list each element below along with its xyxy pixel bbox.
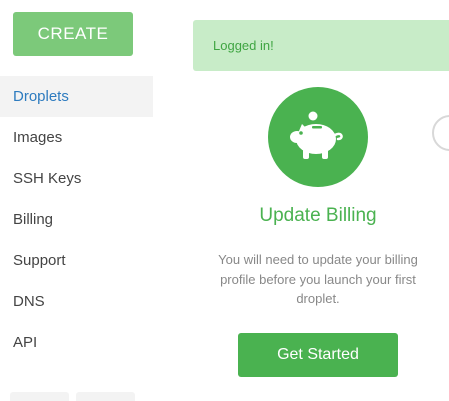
carousel-next-indicator[interactable]	[432, 115, 449, 151]
sidebar: CREATE Droplets Images SSH Keys Billing …	[0, 0, 153, 401]
sidebar-item-images[interactable]: Images	[0, 117, 153, 158]
page-title: Update Billing	[259, 205, 377, 226]
sidebar-item-ssh-keys[interactable]: SSH Keys	[0, 158, 153, 199]
get-started-button[interactable]: Get Started	[238, 333, 398, 377]
sidebar-nav: Droplets Images SSH Keys Billing Support…	[0, 76, 153, 363]
billing-icon-badge	[268, 87, 368, 187]
billing-description: You will need to update your billing pro…	[218, 252, 418, 306]
flash-message-text: Logged in!	[213, 38, 274, 53]
sidebar-footer-button[interactable]	[76, 392, 135, 401]
page: CREATE Droplets Images SSH Keys Billing …	[0, 0, 449, 401]
sidebar-footer-button[interactable]	[10, 392, 69, 401]
sidebar-item-droplets[interactable]: Droplets	[0, 76, 153, 117]
sidebar-item-billing[interactable]: Billing	[0, 199, 153, 240]
sidebar-item-support[interactable]: Support	[0, 240, 153, 281]
piggy-bank-icon	[290, 111, 343, 159]
sidebar-item-dns[interactable]: DNS	[0, 281, 153, 322]
create-button[interactable]: CREATE	[13, 12, 133, 56]
sidebar-item-api[interactable]: API	[0, 322, 153, 363]
flash-message: Logged in!	[193, 20, 449, 71]
